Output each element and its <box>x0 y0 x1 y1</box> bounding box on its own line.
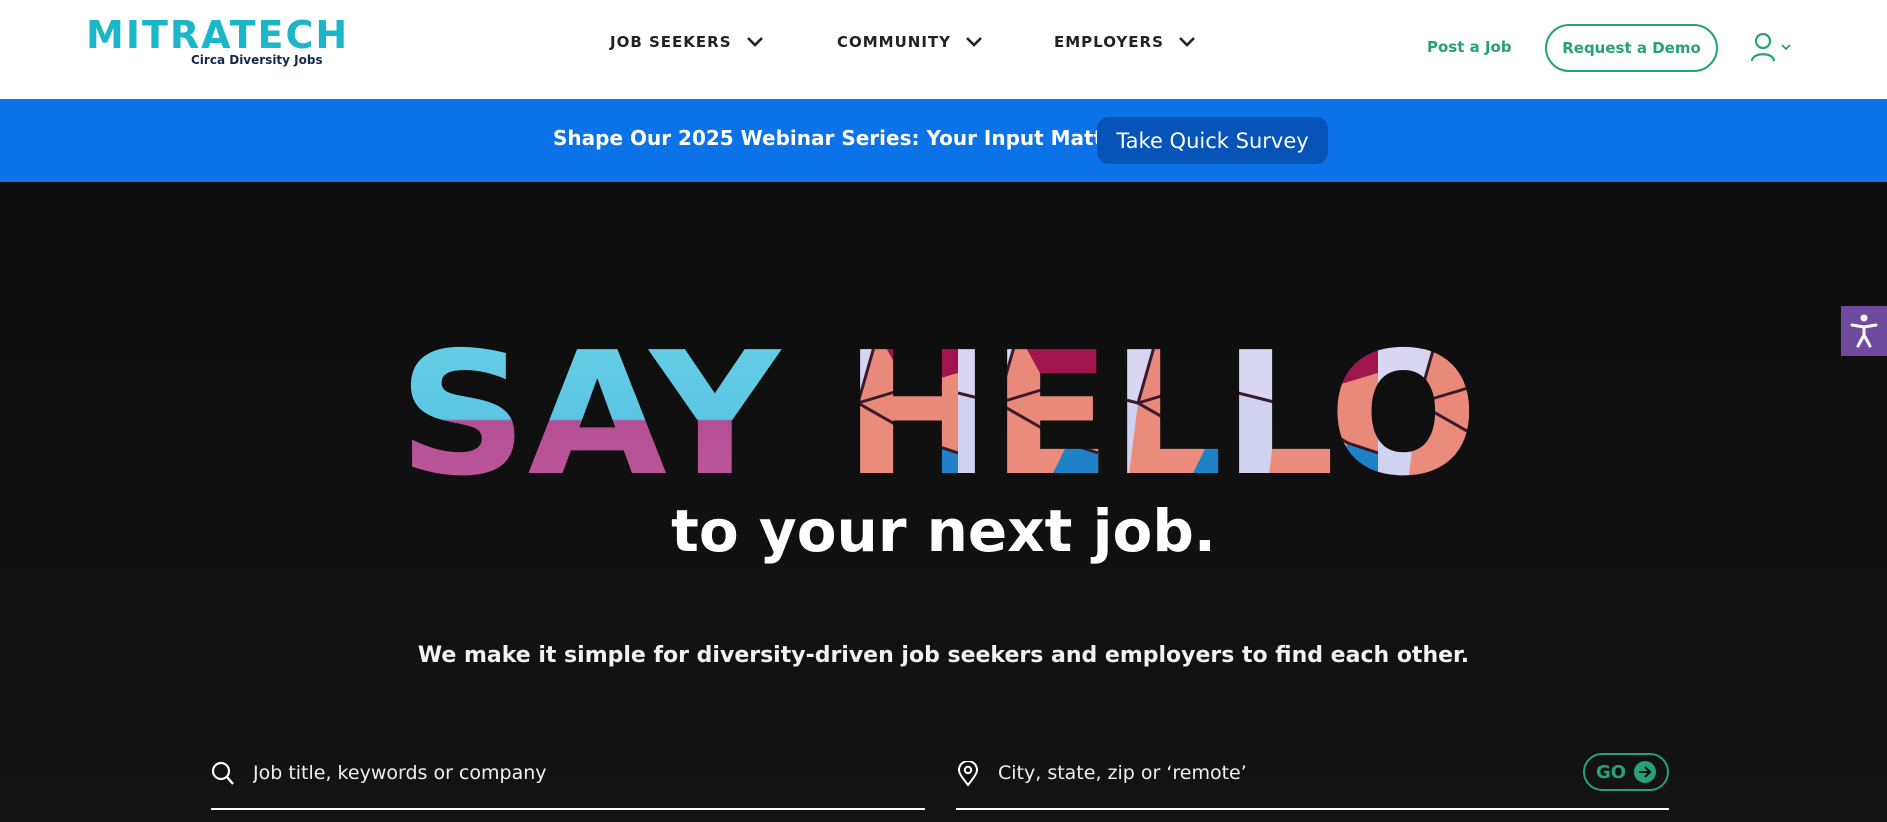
mitratech-logo[interactable]: MITRATECH Circa Diversity Jobs <box>86 16 347 76</box>
keyword-input[interactable] <box>253 752 853 794</box>
site-header: MITRATECH Circa Diversity Jobs JOB SEEKE… <box>0 0 1887 99</box>
accessibility-button[interactable] <box>1841 306 1887 356</box>
chevron-down-icon <box>1178 37 1195 47</box>
nav-community-label: COMMUNITY <box>837 33 952 51</box>
go-search-button[interactable]: GO <box>1583 753 1669 791</box>
chevron-down-icon <box>966 37 982 47</box>
arrow-right-icon <box>1634 761 1657 783</box>
take-survey-button[interactable]: Take Quick Survey <box>1097 117 1328 164</box>
user-icon <box>1750 32 1776 62</box>
logo-wordmark: MITRATECH <box>86 13 350 57</box>
location-input[interactable] <box>998 752 1598 794</box>
logo-subtext: Circa Diversity Jobs <box>191 53 323 67</box>
go-label: GO <box>1595 761 1627 783</box>
nav-employers-label: EMPLOYERS <box>1054 33 1164 51</box>
chevron-down-icon <box>1781 44 1791 51</box>
accessibility-icon <box>1850 314 1878 348</box>
location-pin-icon <box>957 761 979 787</box>
say-word: SAY <box>398 333 782 485</box>
banner-text: Shape Our 2025 Webinar Series: Your Inpu… <box>553 126 1148 150</box>
nav-job-seekers-label: JOB SEEKERS <box>610 33 732 51</box>
hero-tagline: We make it simple for diversity-driven j… <box>417 643 1470 668</box>
search-icon <box>211 761 234 785</box>
location-search-field[interactable] <box>956 752 1669 810</box>
post-a-job-link[interactable]: Post a Job <box>1427 38 1512 56</box>
request-demo-button[interactable]: Request a Demo <box>1545 24 1718 72</box>
keyword-search-field[interactable] <box>211 752 925 810</box>
announcement-banner: Shape Our 2025 Webinar Series: Your Inpu… <box>0 99 1887 182</box>
chevron-down-icon <box>746 37 763 47</box>
nav-job-seekers[interactable]: JOB SEEKERS <box>610 33 764 51</box>
hero-subheadline: to your next job. <box>671 497 1216 565</box>
nav-employers[interactable]: EMPLOYERS <box>1054 33 1196 51</box>
user-account-menu[interactable] <box>1750 30 1796 64</box>
nav-community[interactable]: COMMUNITY <box>837 33 983 51</box>
hero-headline: SAY HELLO <box>398 333 1478 485</box>
hello-word: HELLO <box>844 333 1478 485</box>
